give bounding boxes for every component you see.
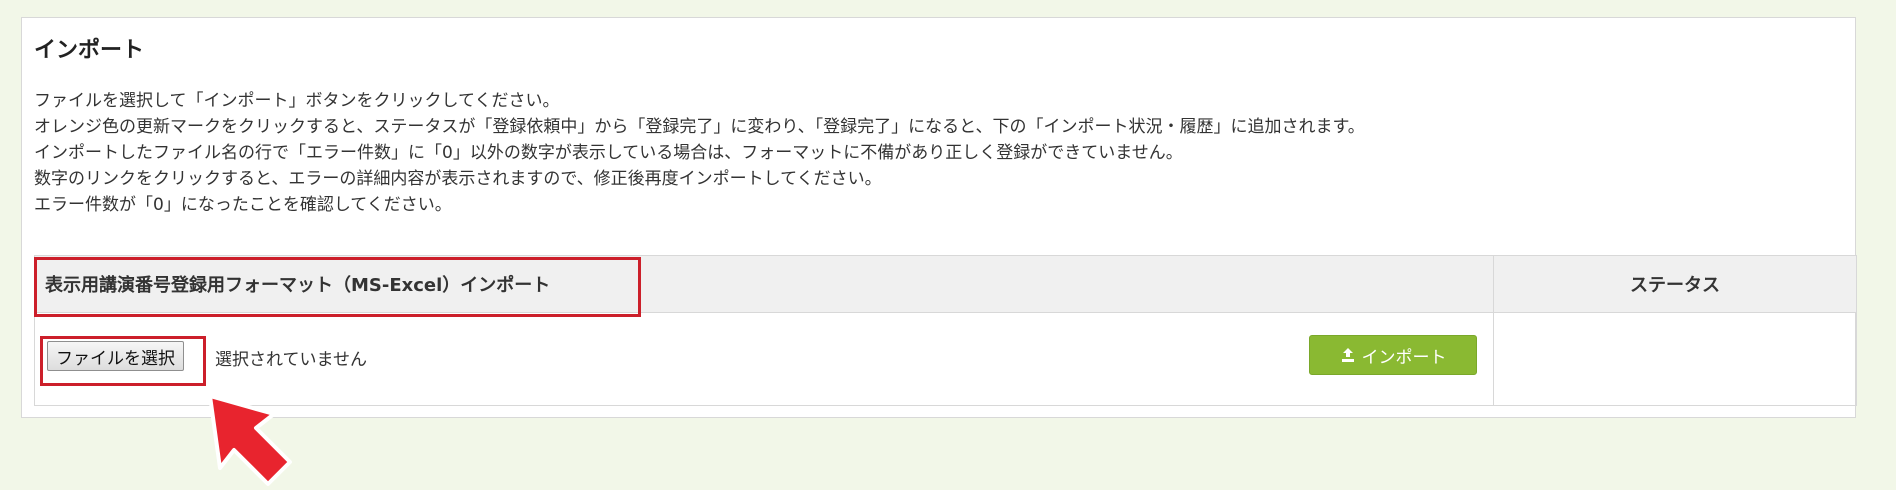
format-header-label: 表示用講演番号登録用フォーマット（MS-Excel）インポート <box>45 275 551 296</box>
import-button-label: インポート <box>1361 347 1447 368</box>
instruction-line: オレンジ色の更新マークをクリックすると、ステータスが「登録依頼中」から「登録完了… <box>34 117 1365 137</box>
instruction-line: エラー件数が「0」になったことを確認してください。 <box>34 195 452 215</box>
arrow-pointer-icon <box>208 394 292 486</box>
instruction-line: 数字のリンクをクリックすると、エラーの詳細内容が表示されますので、修正後再度イン… <box>34 169 882 189</box>
import-button[interactable]: インポート <box>1309 335 1477 375</box>
panel-title: インポート <box>34 38 145 63</box>
instructions: ファイルを選択して「インポート」ボタンをクリックしてください。 オレンジ色の更新… <box>34 88 1834 218</box>
import-table: 表示用講演番号登録用フォーマット（MS-Excel）インポート ステータス ファ… <box>34 255 1857 406</box>
table-header-row: 表示用講演番号登録用フォーマット（MS-Excel）インポート ステータス <box>34 255 1857 313</box>
import-panel: インポート ファイルを選択して「インポート」ボタンをクリックしてください。 オレ… <box>21 17 1857 418</box>
file-status-text: 選択されていません <box>215 350 367 370</box>
table-row: ファイルを選択 選択されていません インポート <box>34 312 1857 406</box>
instruction-line: ファイルを選択して「インポート」ボタンをクリックしてください。 <box>34 91 560 111</box>
upload-icon <box>1341 348 1354 362</box>
format-column-header: 表示用講演番号登録用フォーマット（MS-Excel）インポート <box>34 255 1494 313</box>
choose-file-button[interactable]: ファイルを選択 <box>47 341 184 371</box>
instruction-line: インポートしたファイル名の行で「エラー件数」に「0」以外の数字が表示している場合… <box>34 143 1183 163</box>
status-cell <box>1493 312 1857 406</box>
status-column-header: ステータス <box>1493 255 1857 313</box>
